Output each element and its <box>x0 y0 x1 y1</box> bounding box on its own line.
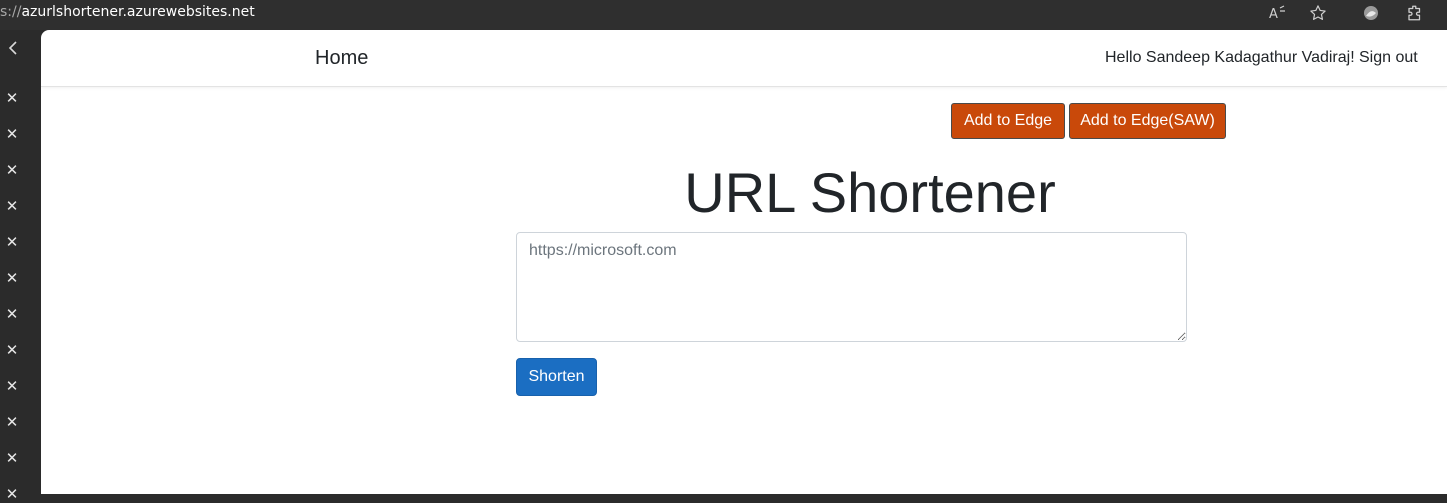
favorite-star-icon[interactable] <box>1307 2 1329 24</box>
chevron-left-icon[interactable] <box>3 38 23 58</box>
tab-close-icon[interactable]: ✕ <box>4 486 20 502</box>
extensions-icon[interactable] <box>1404 2 1426 24</box>
profile-icon[interactable] <box>1360 2 1382 24</box>
user-greeting: Hello Sandeep Kadagathur Vadiraj! <box>1105 49 1355 66</box>
shorten-button[interactable]: Shorten <box>516 358 597 396</box>
navbar: Home Hello Sandeep Kadagathur Vadiraj! S… <box>41 30 1447 87</box>
tab-close-icon[interactable]: ✕ <box>4 234 20 250</box>
add-to-edge-button[interactable]: Add to Edge <box>951 103 1065 139</box>
url-host: azurlshortener.azurewebsites.net <box>21 4 255 20</box>
svg-text:A: A <box>1269 7 1278 21</box>
sign-out-link[interactable]: Sign out <box>1359 49 1418 67</box>
tab-close-icon[interactable]: ✕ <box>4 378 20 394</box>
tab-close-icon[interactable]: ✕ <box>4 198 20 214</box>
url-scheme: s:// <box>0 4 22 20</box>
url-input[interactable] <box>516 232 1187 342</box>
tab-close-icon[interactable]: ✕ <box>4 126 20 142</box>
address-bar[interactable]: s://azurlshortener.azurewebsites.net <box>0 3 255 21</box>
add-to-edge-saw-button[interactable]: Add to Edge(SAW) <box>1069 103 1226 139</box>
page-content: Home Hello Sandeep Kadagathur Vadiraj! S… <box>41 30 1447 494</box>
browser-toolbar: s://azurlshortener.azurewebsites.net A <box>0 0 1447 30</box>
page-title: URL Shortener <box>684 161 1056 224</box>
tab-close-icon[interactable]: ✕ <box>4 342 20 358</box>
tab-close-icon[interactable]: ✕ <box>4 162 20 178</box>
tab-close-icon[interactable]: ✕ <box>4 306 20 322</box>
nav-home-link[interactable]: Home <box>315 47 368 70</box>
tab-close-icon[interactable]: ✕ <box>4 90 20 106</box>
tab-close-icon[interactable]: ✕ <box>4 450 20 466</box>
vertical-tab-strip: ✕ ✕ ✕ ✕ ✕ ✕ ✕ ✕ ✕ ✕ ✕ ✕ <box>0 30 41 502</box>
tab-close-icon[interactable]: ✕ <box>4 270 20 286</box>
tab-close-icon[interactable]: ✕ <box>4 414 20 430</box>
read-aloud-icon[interactable]: A <box>1267 2 1289 24</box>
